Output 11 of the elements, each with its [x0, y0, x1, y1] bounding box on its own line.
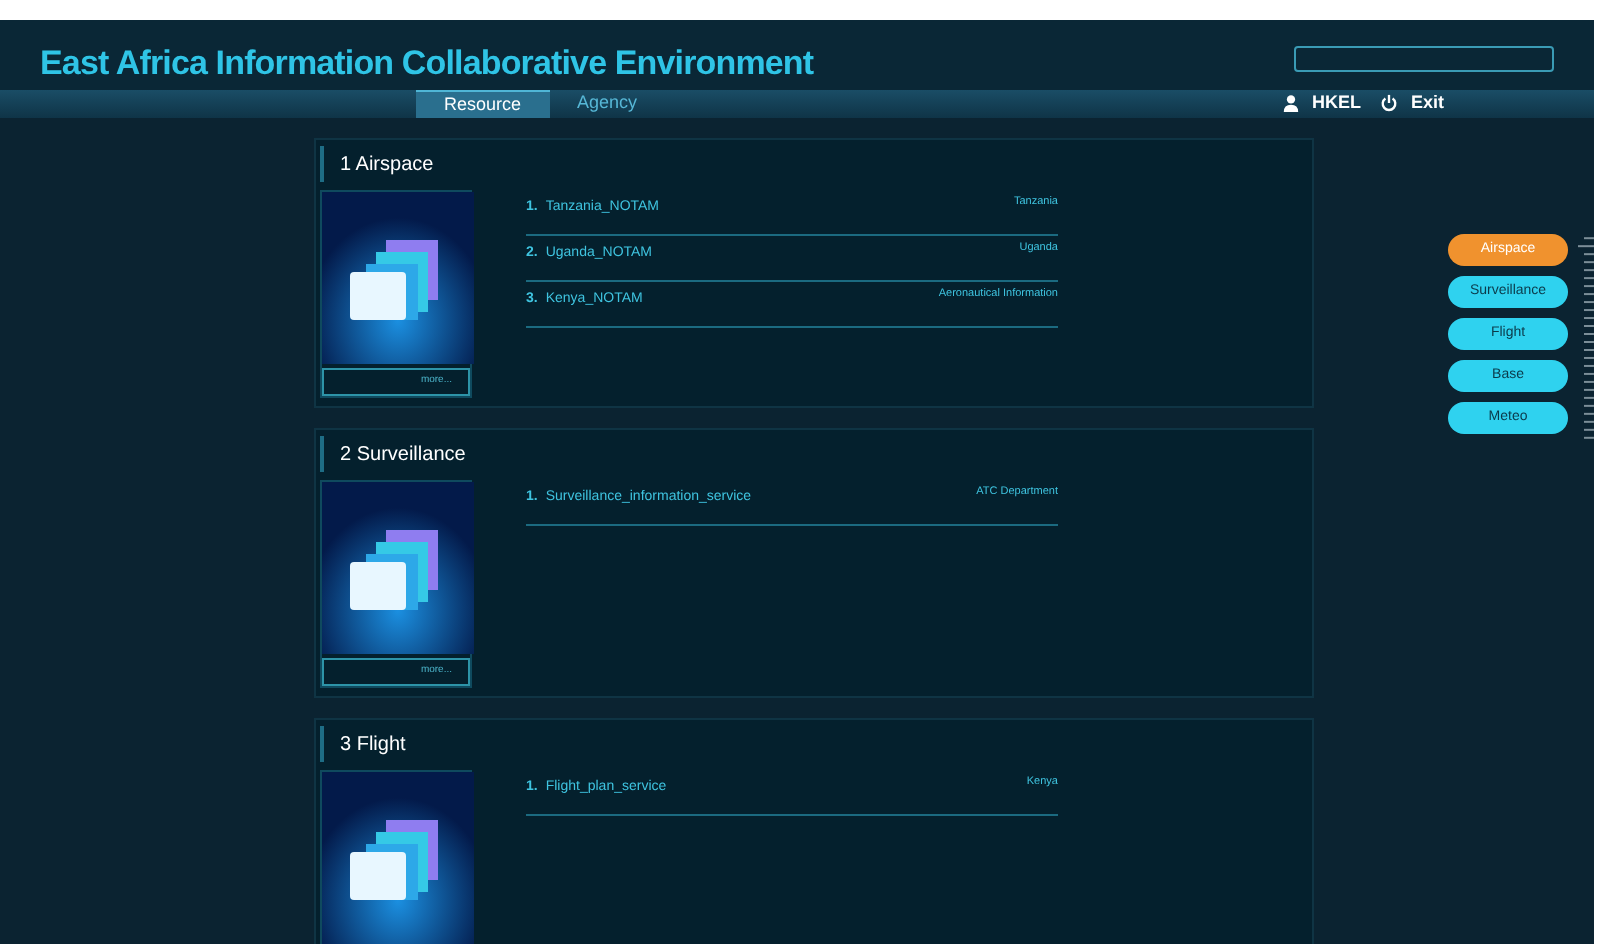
- section-title: 3 Flight: [340, 731, 406, 759]
- exit-link[interactable]: Exit: [1410, 90, 1444, 117]
- nav-tab[interactable]: Agency: [549, 89, 666, 118]
- section-title: 1 Airspace: [340, 151, 434, 179]
- user-icon: [1281, 94, 1300, 113]
- app-title: East Africa Information Collaborative Environment: [40, 42, 814, 86]
- search-field[interactable]: [1294, 46, 1554, 72]
- user-name[interactable]: HKEL: [1311, 90, 1361, 117]
- power-icon: [1380, 94, 1399, 113]
- nav-tab[interactable]: Resource: [416, 89, 550, 118]
- section-title: 2 Surveillance: [340, 441, 466, 469]
